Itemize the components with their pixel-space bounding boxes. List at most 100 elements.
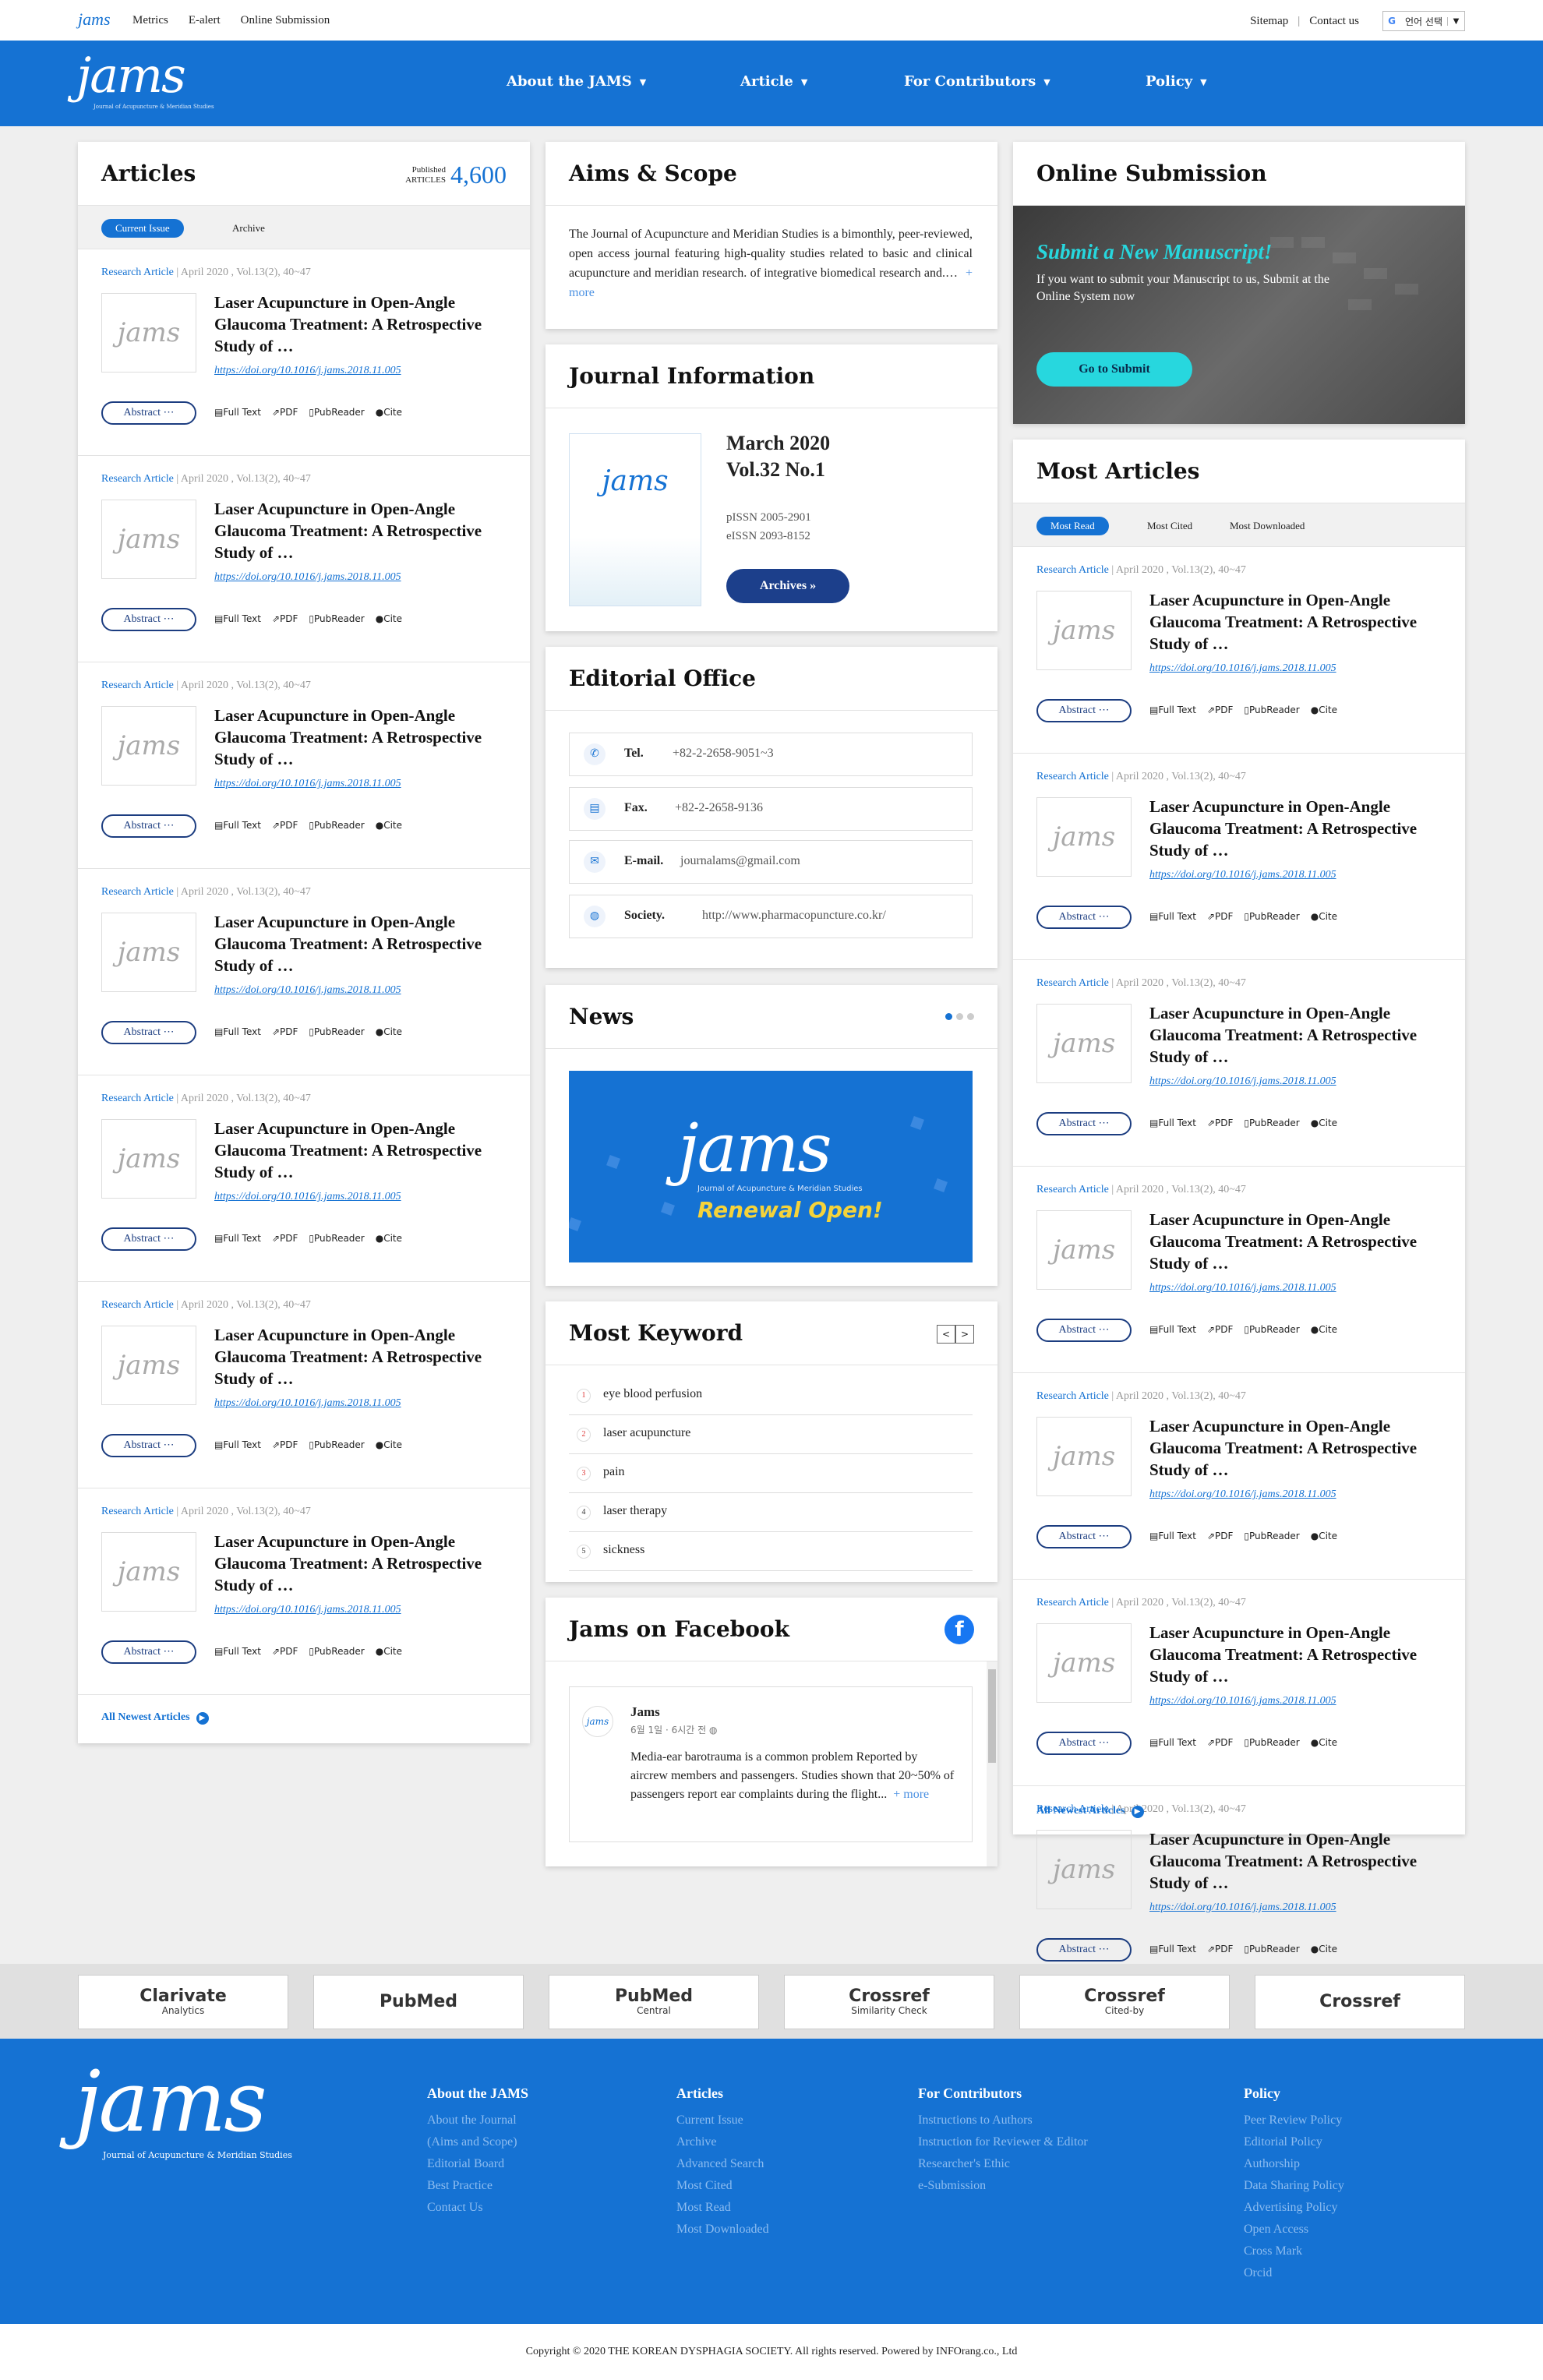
pdf-button[interactable]: ⇗PDF (1207, 1118, 1233, 1128)
abstract-button[interactable]: Abstract ⋯ (101, 1434, 196, 1457)
footer-link[interactable]: Data Sharing Policy (1244, 2175, 1344, 2197)
footer-link[interactable]: Researcher's Ethic (918, 2153, 1088, 2175)
go-to-submit-button[interactable]: Go to Submit (1036, 352, 1192, 387)
article-thumbnail[interactable]: jams (1036, 1210, 1132, 1290)
doi-link[interactable]: https://doi.org/10.1016/j.jams.2018.11.0… (214, 1191, 401, 1203)
full-text-button[interactable]: ▤Full Text (1149, 1944, 1196, 1954)
article-title-link[interactable]: Laser Acupuncture in Open-Angle Glaucoma… (214, 498, 510, 563)
article-title-link[interactable]: Laser Acupuncture in Open-Angle Glaucoma… (1149, 589, 1446, 655)
full-text-button[interactable]: ▤Full Text (214, 1439, 261, 1450)
full-text-button[interactable]: ▤Full Text (1149, 1118, 1196, 1128)
cite-button[interactable]: ●Cite (376, 1439, 402, 1450)
article-title-link[interactable]: Laser Acupuncture in Open-Angle Glaucoma… (1149, 1415, 1446, 1481)
article-title-link[interactable]: Laser Acupuncture in Open-Angle Glaucoma… (214, 1324, 510, 1390)
pubreader-button[interactable]: ▯PubReader (1244, 1531, 1299, 1541)
pdf-button[interactable]: ⇗PDF (272, 1233, 298, 1244)
cite-button[interactable]: ●Cite (376, 407, 402, 418)
pubreader-button[interactable]: ▯PubReader (309, 1646, 364, 1657)
cite-button[interactable]: ●Cite (1311, 1737, 1337, 1748)
article-thumbnail[interactable]: jams (1036, 797, 1132, 877)
pubreader-button[interactable]: ▯PubReader (1244, 1118, 1299, 1128)
article-title-link[interactable]: Laser Acupuncture in Open-Angle Glaucoma… (1149, 1828, 1446, 1894)
cite-button[interactable]: ●Cite (1311, 1118, 1337, 1128)
partner-logo[interactable]: Clarivate Analytics (78, 1975, 288, 2029)
pdf-button[interactable]: ⇗PDF (272, 1026, 298, 1037)
doi-link[interactable]: https://doi.org/10.1016/j.jams.2018.11.0… (1149, 1695, 1336, 1707)
doi-link[interactable]: https://doi.org/10.1016/j.jams.2018.11.0… (1149, 1902, 1336, 1914)
doi-link[interactable]: https://doi.org/10.1016/j.jams.2018.11.0… (1149, 1075, 1336, 1088)
pubreader-button[interactable]: ▯PubReader (1244, 911, 1299, 922)
footer-link[interactable]: Authorship (1244, 2153, 1344, 2175)
article-thumbnail[interactable]: jams (1036, 1004, 1132, 1083)
article-thumbnail[interactable]: jams (101, 293, 196, 373)
full-text-button[interactable]: ▤Full Text (1149, 1324, 1196, 1335)
article-type-link[interactable]: Research Article (1036, 977, 1109, 989)
carousel-dot[interactable] (967, 1013, 974, 1020)
footer-link[interactable]: Advanced Search (676, 2153, 769, 2175)
article-thumbnail[interactable]: jams (1036, 1623, 1132, 1703)
footer-link[interactable]: Best Practice (427, 2175, 528, 2197)
full-text-button[interactable]: ▤Full Text (1149, 1737, 1196, 1748)
full-text-button[interactable]: ▤Full Text (214, 1646, 261, 1657)
footer-link[interactable]: Contact Us (427, 2197, 528, 2219)
journal-cover-image[interactable]: jams (569, 433, 701, 606)
article-type-link[interactable]: Research Article (1036, 1390, 1109, 1402)
article-type-link[interactable]: Research Article (101, 680, 174, 691)
cite-button[interactable]: ●Cite (1311, 911, 1337, 922)
partner-logo[interactable]: PubMed (313, 1975, 524, 2029)
chevron-right-icon[interactable]: > (955, 1325, 974, 1344)
contact-link[interactable]: Contact us (1309, 15, 1359, 28)
pdf-button[interactable]: ⇗PDF (272, 613, 298, 624)
footer-link[interactable]: e-Submission (918, 2175, 1088, 2197)
abstract-button[interactable]: Abstract ⋯ (101, 401, 196, 425)
article-title-link[interactable]: Laser Acupuncture in Open-Angle Glaucoma… (1149, 1622, 1446, 1687)
pubreader-button[interactable]: ▯PubReader (309, 1026, 364, 1037)
article-title-link[interactable]: Laser Acupuncture in Open-Angle Glaucoma… (214, 1118, 510, 1183)
keyword-item[interactable]: 5 sickness (569, 1532, 973, 1571)
doi-link[interactable]: https://doi.org/10.1016/j.jams.2018.11.0… (214, 1604, 401, 1616)
value-society[interactable]: http://www.pharmacopuncture.co.kr/ (702, 909, 886, 923)
full-text-button[interactable]: ▤Full Text (214, 1233, 261, 1244)
article-type-link[interactable]: Research Article (1036, 1597, 1109, 1608)
article-type-link[interactable]: Research Article (101, 1093, 174, 1104)
cite-button[interactable]: ●Cite (1311, 1944, 1337, 1954)
scrollbar[interactable] (987, 1661, 997, 1866)
all-newest-articles-link[interactable]: All Newest Articles ▶ (101, 1711, 209, 1725)
doi-link[interactable]: https://doi.org/10.1016/j.jams.2018.11.0… (214, 1397, 401, 1410)
pdf-button[interactable]: ⇗PDF (272, 1646, 298, 1657)
article-thumbnail[interactable]: jams (1036, 1830, 1132, 1909)
footer-link[interactable]: Editorial Board (427, 2153, 528, 2175)
article-type-link[interactable]: Research Article (1036, 1184, 1109, 1195)
cite-button[interactable]: ●Cite (376, 1026, 402, 1037)
abstract-button[interactable]: Abstract ⋯ (1036, 1112, 1132, 1135)
article-type-link[interactable]: Research Article (101, 1299, 174, 1311)
doi-link[interactable]: https://doi.org/10.1016/j.jams.2018.11.0… (1149, 662, 1336, 675)
article-thumbnail[interactable]: jams (101, 913, 196, 992)
article-thumbnail[interactable]: jams (101, 500, 196, 579)
doi-link[interactable]: https://doi.org/10.1016/j.jams.2018.11.0… (214, 365, 401, 377)
full-text-button[interactable]: ▤Full Text (1149, 911, 1196, 922)
abstract-button[interactable]: Abstract ⋯ (101, 1227, 196, 1251)
post-more-link[interactable]: + more (893, 1788, 929, 1801)
pubreader-button[interactable]: ▯PubReader (1244, 1944, 1299, 1954)
doi-link[interactable]: https://doi.org/10.1016/j.jams.2018.11.0… (1149, 1488, 1336, 1501)
article-title-link[interactable]: Laser Acupuncture in Open-Angle Glaucoma… (214, 704, 510, 770)
small-logo[interactable]: jams (78, 9, 111, 30)
footer-link[interactable]: Current Issue (676, 2110, 769, 2131)
abstract-button[interactable]: Abstract ⋯ (101, 608, 196, 631)
news-banner[interactable]: jams Journal of Acupuncture & Meridian S… (569, 1071, 973, 1262)
keyword-item[interactable]: 3 pain (569, 1454, 973, 1493)
cite-button[interactable]: ●Cite (376, 613, 402, 624)
nav-article[interactable]: Article ▼ (740, 73, 857, 90)
footer-link[interactable]: Advertising Policy (1244, 2197, 1344, 2219)
pdf-button[interactable]: ⇗PDF (1207, 1944, 1233, 1954)
article-title-link[interactable]: Laser Acupuncture in Open-Angle Glaucoma… (214, 291, 510, 357)
doi-link[interactable]: https://doi.org/10.1016/j.jams.2018.11.0… (214, 984, 401, 997)
carousel-dot[interactable] (945, 1013, 952, 1020)
pubreader-button[interactable]: ▯PubReader (309, 1233, 364, 1244)
sitemap-link[interactable]: Sitemap (1250, 15, 1288, 28)
footer-link[interactable]: Open Access (1244, 2219, 1344, 2241)
archives-button[interactable]: Archives » (726, 569, 849, 603)
pdf-button[interactable]: ⇗PDF (1207, 1324, 1233, 1335)
cite-button[interactable]: ●Cite (376, 1233, 402, 1244)
